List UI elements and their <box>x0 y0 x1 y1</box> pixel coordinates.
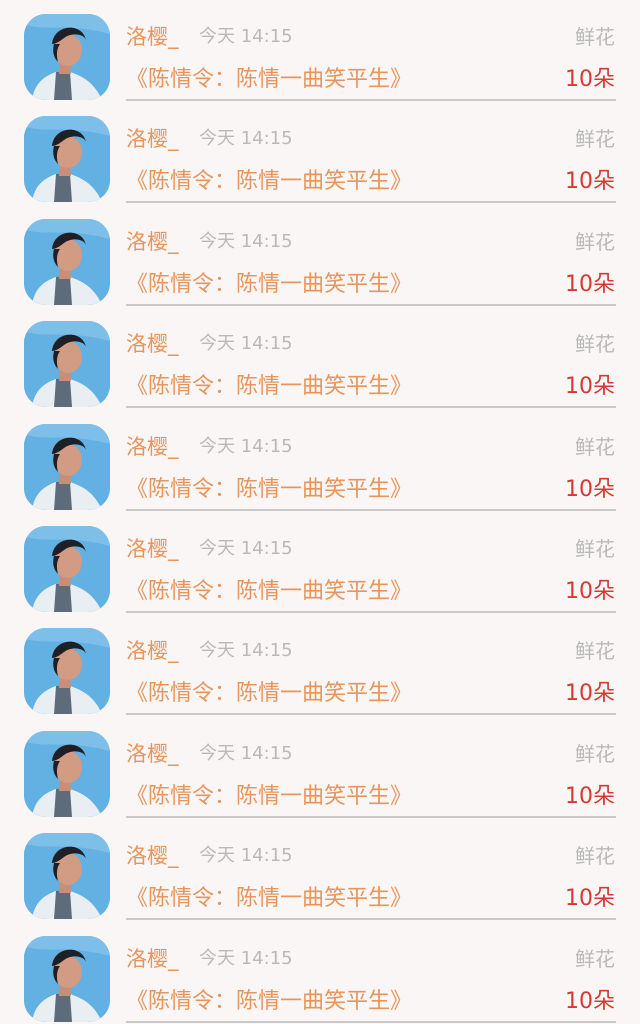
gift-timestamp: 今天 14:15 <box>199 947 293 969</box>
sender-username[interactable]: 洛樱_ <box>126 638 179 664</box>
user-avatar-icon <box>24 935 110 1022</box>
gift-timestamp: 今天 14:15 <box>199 230 293 252</box>
work-title-link[interactable]: 《陈情令：陈情一曲笑平生》 <box>126 271 412 299</box>
sender-username[interactable]: 洛樱_ <box>126 741 179 767</box>
gift-timestamp: 今天 14:15 <box>199 845 293 867</box>
avatar[interactable] <box>24 833 110 920</box>
gift-type-label: 鲜花 <box>575 25 615 49</box>
sender-username[interactable]: 洛樱_ <box>126 126 179 152</box>
avatar[interactable] <box>24 14 110 100</box>
gift-type-label: 鲜花 <box>575 229 615 254</box>
gift-record-item[interactable]: 洛樱_ 今天 14:15 鲜花 《陈情令：陈情一曲笑平生》 10朵 <box>0 102 640 204</box>
gift-type-label: 鲜花 <box>575 434 615 459</box>
gift-count: 10朵 <box>565 886 615 912</box>
row-divider <box>126 508 616 511</box>
gift-timestamp: 今天 14:15 <box>199 26 293 47</box>
avatar[interactable] <box>24 935 110 1022</box>
avatar[interactable] <box>24 730 110 817</box>
gift-timestamp: 今天 14:15 <box>199 333 293 355</box>
gift-timestamp: 今天 14:15 <box>199 435 293 457</box>
gift-count: 10朵 <box>565 476 615 502</box>
gift-count: 10朵 <box>565 271 615 297</box>
row-divider <box>126 303 616 306</box>
avatar[interactable] <box>24 116 110 203</box>
sender-username[interactable]: 洛樱_ <box>126 229 179 255</box>
work-title-link[interactable]: 《陈情令：陈情一曲笑平生》 <box>126 680 412 708</box>
gift-timestamp: 今天 14:15 <box>199 640 293 662</box>
avatar[interactable] <box>24 526 110 612</box>
work-title-link[interactable]: 《陈情令：陈情一曲笑平生》 <box>126 66 412 94</box>
gift-timestamp: 今天 14:15 <box>199 128 293 150</box>
gift-record-item[interactable]: 洛樱_ 今天 14:15 鲜花 《陈情令：陈情一曲笑平生》 10朵 <box>0 717 640 819</box>
row-divider <box>126 1020 616 1023</box>
gift-record-list: 洛樱_ 今天 14:15 鲜花 《陈情令：陈情一曲笑平生》 10朵 洛樱_ 今天… <box>0 0 640 1024</box>
user-avatar-icon <box>24 833 110 920</box>
gift-count: 10朵 <box>565 169 615 195</box>
sender-username[interactable]: 洛樱_ <box>126 331 179 357</box>
row-divider <box>126 406 616 409</box>
work-title-link[interactable]: 《陈情令：陈情一曲笑平生》 <box>126 373 412 401</box>
gift-count: 10朵 <box>565 681 615 707</box>
gift-type-label: 鲜花 <box>575 844 615 869</box>
user-avatar-icon <box>24 321 110 408</box>
row-divider <box>126 99 616 101</box>
sender-username[interactable]: 洛樱_ <box>126 946 179 972</box>
gift-timestamp: 今天 14:15 <box>199 742 293 764</box>
work-title-link[interactable]: 《陈情令：陈情一曲笑平生》 <box>126 476 412 504</box>
gift-count: 10朵 <box>565 988 615 1014</box>
avatar[interactable] <box>24 628 110 715</box>
user-avatar-icon <box>24 218 110 305</box>
gift-type-label: 鲜花 <box>575 332 615 357</box>
work-title-link[interactable]: 《陈情令：陈情一曲笑平生》 <box>126 168 412 196</box>
gift-count: 10朵 <box>565 67 615 92</box>
user-avatar-icon <box>24 730 110 817</box>
gift-record-item[interactable]: 洛樱_ 今天 14:15 鲜花 《陈情令：陈情一曲笑平生》 10朵 <box>0 819 640 921</box>
gift-record-item[interactable]: 洛樱_ 今天 14:15 鲜花 《陈情令：陈情一曲笑平生》 10朵 <box>0 205 640 307</box>
gift-record-item[interactable]: 洛樱_ 今天 14:15 鲜花 《陈情令：陈情一曲笑平生》 10朵 <box>0 410 640 512</box>
avatar[interactable] <box>24 321 110 408</box>
user-avatar-icon <box>24 14 110 100</box>
user-avatar-icon <box>24 116 110 203</box>
sender-username[interactable]: 洛樱_ <box>126 843 179 869</box>
sender-username[interactable]: 洛樱_ <box>126 434 179 460</box>
row-divider <box>126 918 616 921</box>
gift-record-item[interactable]: 洛樱_ 今天 14:15 鲜花 《陈情令：陈情一曲笑平生》 10朵 <box>0 512 640 614</box>
user-avatar-icon <box>24 526 110 612</box>
user-avatar-icon <box>24 628 110 715</box>
gift-type-label: 鲜花 <box>575 741 615 766</box>
gift-count: 10朵 <box>565 579 615 604</box>
gift-timestamp: 今天 14:15 <box>199 538 293 559</box>
row-divider <box>126 815 616 818</box>
user-avatar-icon <box>24 423 110 510</box>
gift-type-label: 鲜花 <box>575 127 615 152</box>
gift-record-item[interactable]: 洛樱_ 今天 14:15 鲜花 《陈情令：陈情一曲笑平生》 10朵 <box>0 614 640 716</box>
row-divider <box>126 713 616 716</box>
work-title-link[interactable]: 《陈情令：陈情一曲笑平生》 <box>126 783 412 811</box>
gift-count: 10朵 <box>565 374 615 400</box>
work-title-link[interactable]: 《陈情令：陈情一曲笑平生》 <box>126 988 412 1016</box>
gift-record-item[interactable]: 洛樱_ 今天 14:15 鲜花 《陈情令：陈情一曲笑平生》 10朵 <box>0 922 640 1024</box>
row-divider <box>126 201 616 204</box>
gift-count: 10朵 <box>565 783 615 809</box>
avatar[interactable] <box>24 218 110 305</box>
sender-username[interactable]: 洛樱_ <box>126 24 179 50</box>
work-title-link[interactable]: 《陈情令：陈情一曲笑平生》 <box>126 578 412 606</box>
work-title-link[interactable]: 《陈情令：陈情一曲笑平生》 <box>126 885 412 913</box>
gift-type-label: 鲜花 <box>575 946 615 971</box>
avatar[interactable] <box>24 423 110 510</box>
gift-record-item[interactable]: 洛樱_ 今天 14:15 鲜花 《陈情令：陈情一曲笑平生》 10朵 <box>0 307 640 409</box>
gift-type-label: 鲜花 <box>575 537 615 561</box>
sender-username[interactable]: 洛樱_ <box>126 536 179 562</box>
gift-type-label: 鲜花 <box>575 639 615 664</box>
row-divider <box>126 611 616 613</box>
gift-record-item[interactable]: 洛樱_ 今天 14:15 鲜花 《陈情令：陈情一曲笑平生》 10朵 <box>0 0 640 102</box>
